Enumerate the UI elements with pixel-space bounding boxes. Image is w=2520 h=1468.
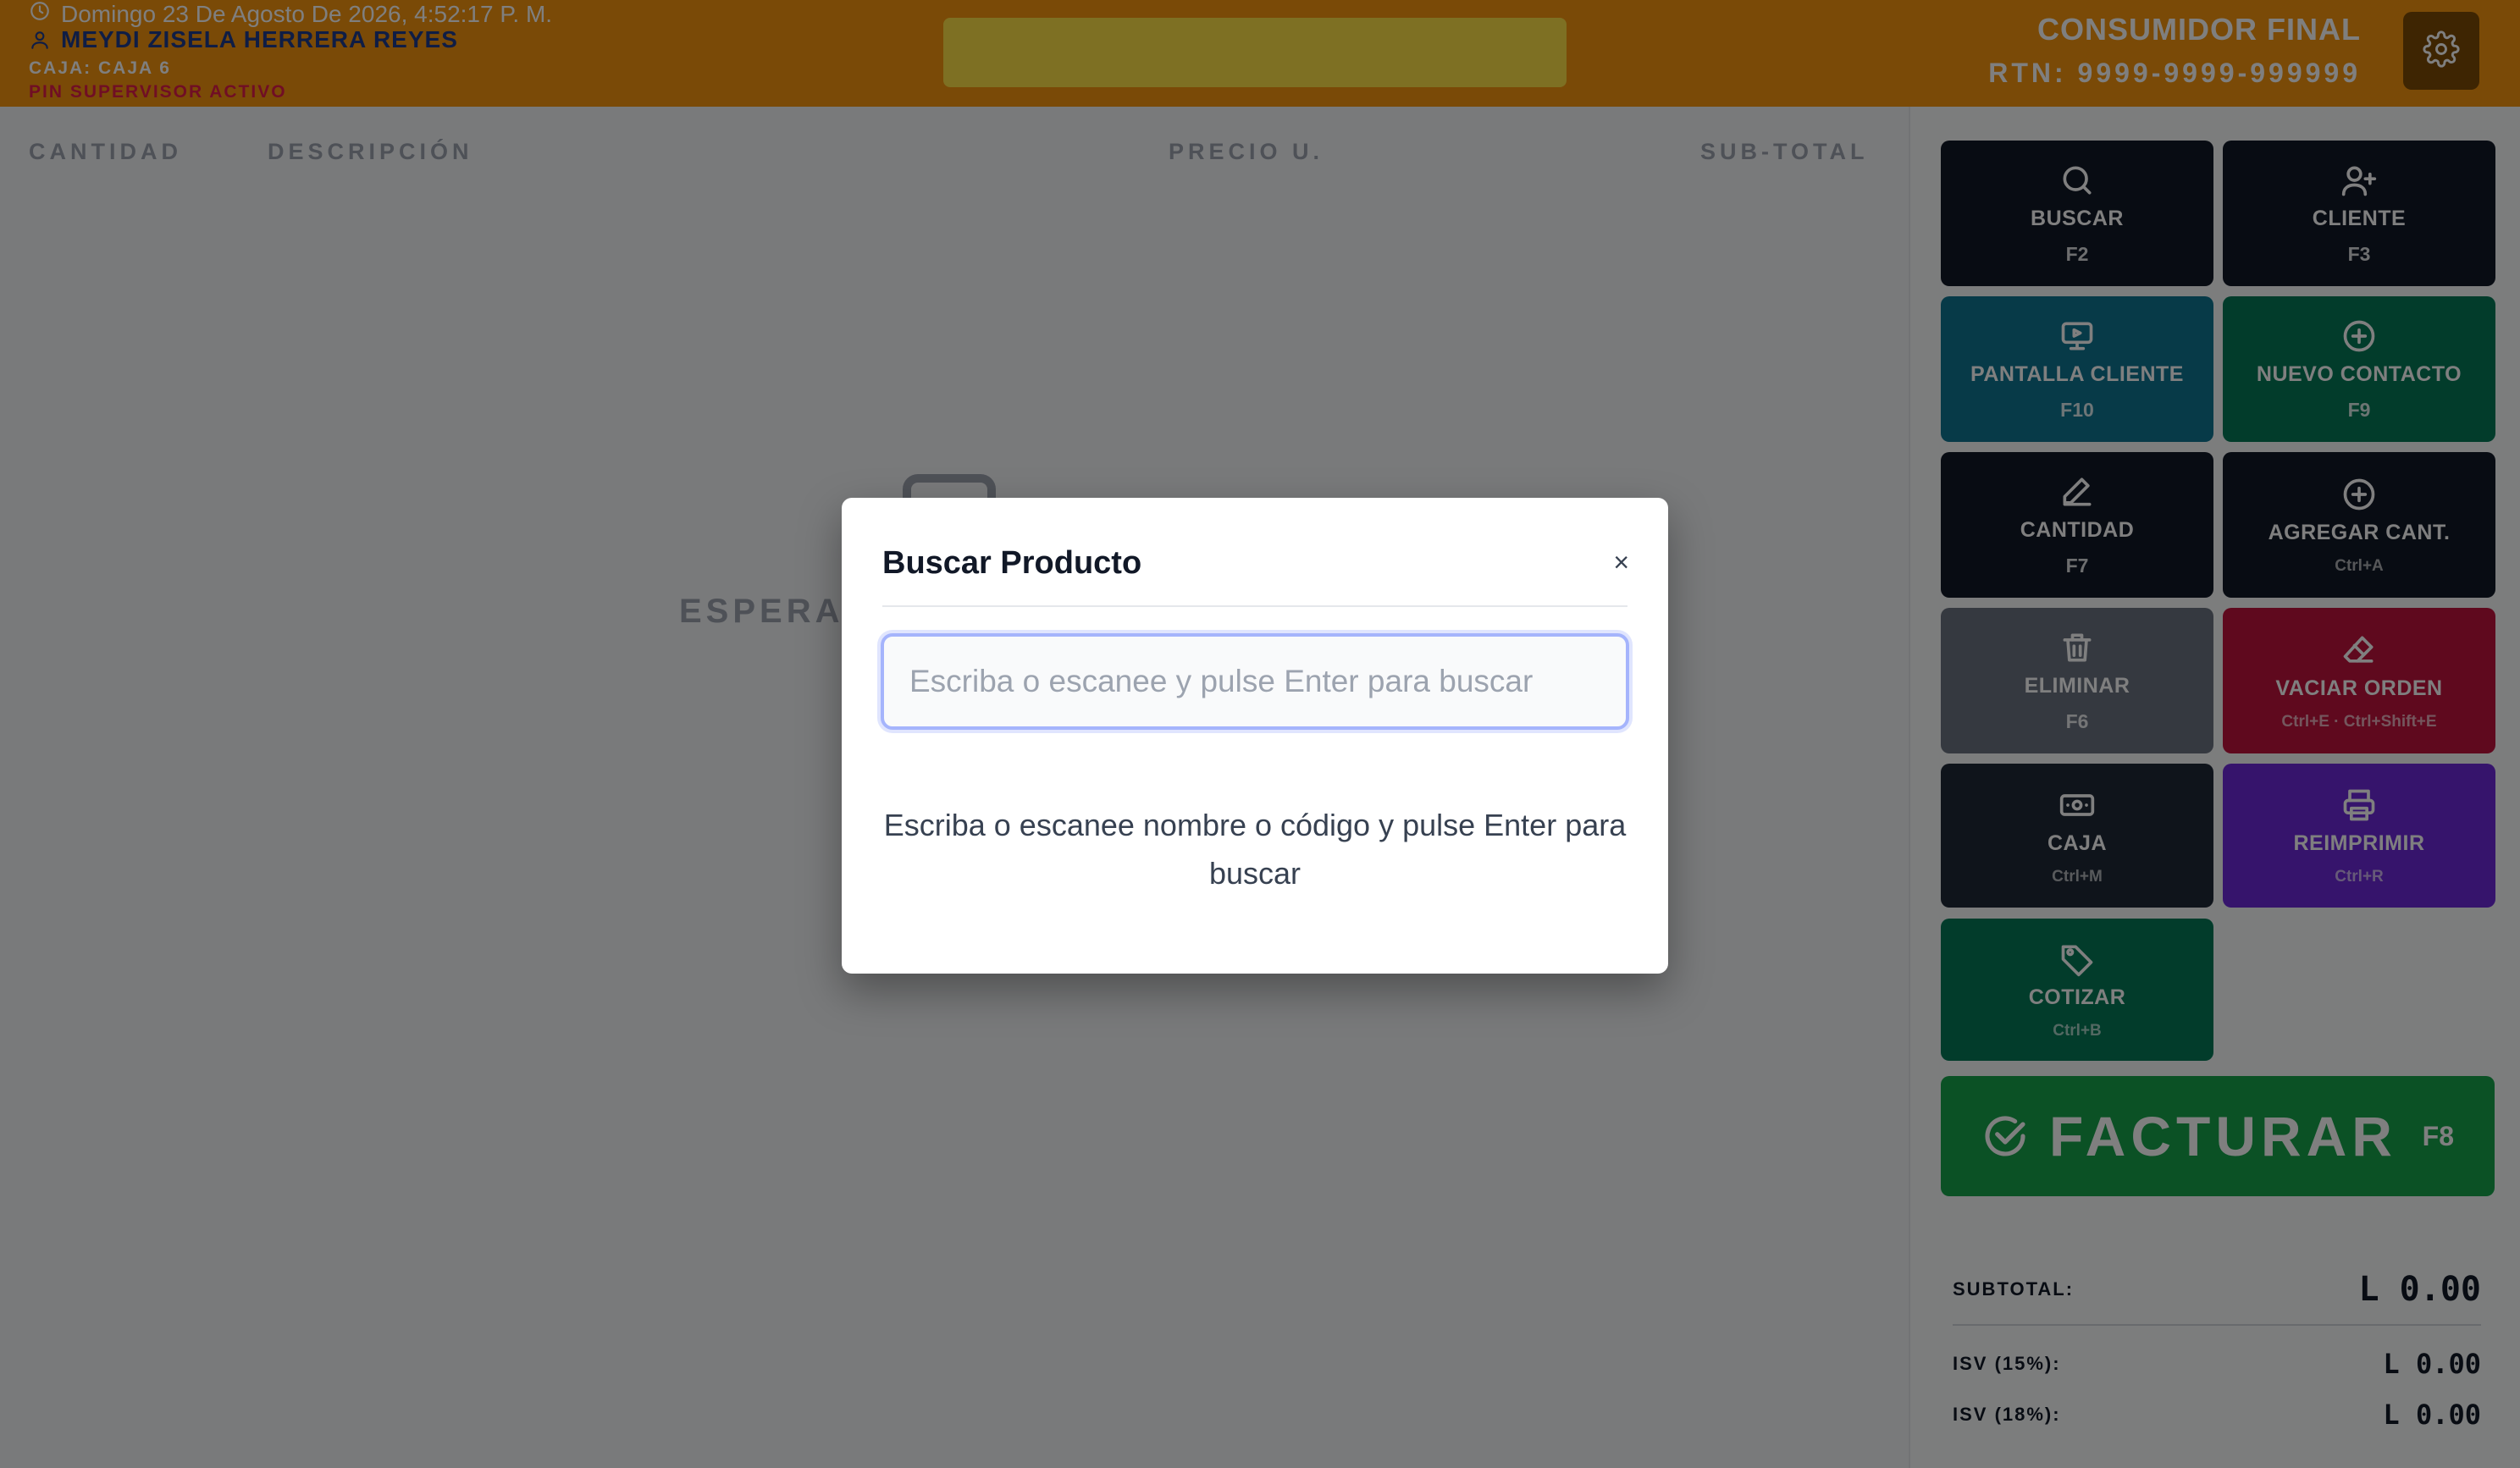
modal-divider	[882, 605, 1628, 607]
search-hint: Escriba o escanee nombre o código y puls…	[883, 808, 1627, 891]
buscar-producto-modal: Buscar Producto × Escriba o escanee nomb…	[842, 498, 1668, 974]
modal-title: Buscar Producto	[882, 545, 1142, 581]
close-icon[interactable]: ×	[1613, 549, 1629, 576]
product-search-input[interactable]	[881, 633, 1629, 730]
